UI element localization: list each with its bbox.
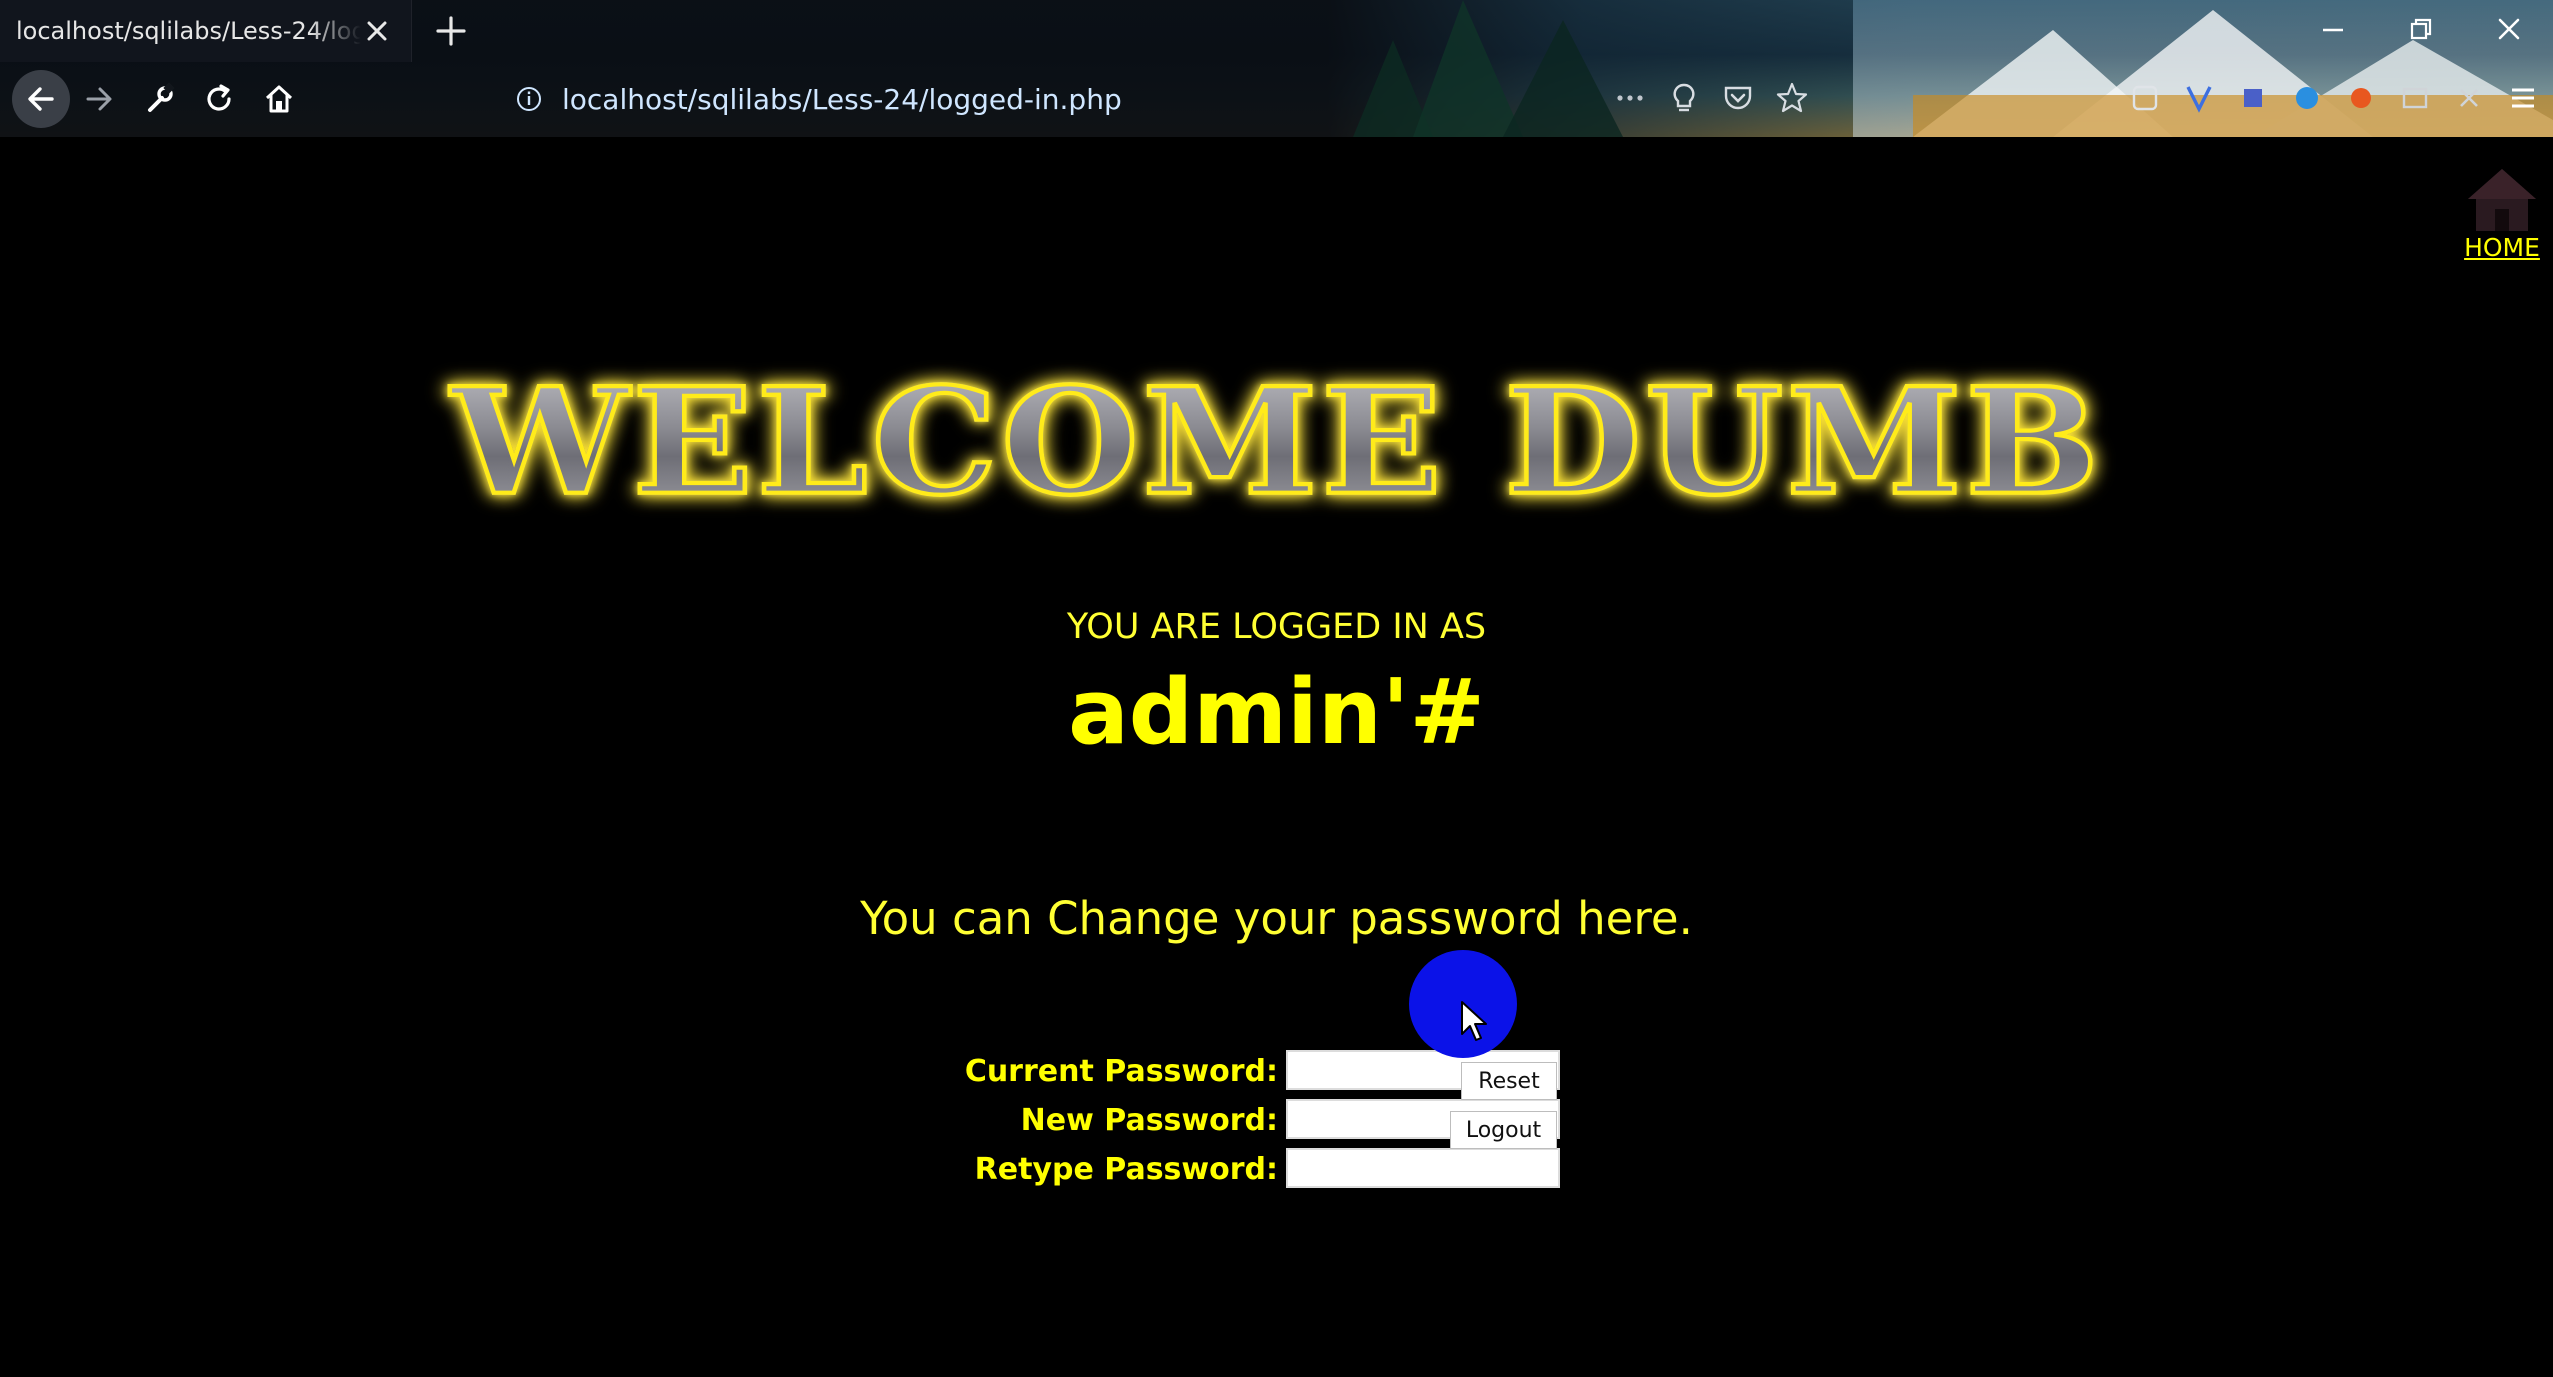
forward-button[interactable] <box>74 74 124 124</box>
extension-toolbar <box>2125 76 2553 120</box>
forward-arrow-icon <box>86 87 112 111</box>
page-actions-menu[interactable] <box>1610 78 1650 118</box>
menu-button[interactable] <box>2503 76 2543 120</box>
logged-in-username: admin'# <box>1068 660 1485 765</box>
browser-chrome: localhost/sqlilabs/Less-24/logged-in.php <box>0 0 2553 137</box>
home-icon <box>2468 169 2536 231</box>
info-icon[interactable] <box>512 82 546 116</box>
url-text: localhost/sqlilabs/Less-24/logged-in.php <box>562 82 1122 116</box>
extension-button[interactable] <box>2287 76 2327 120</box>
extension-button[interactable] <box>2233 76 2273 120</box>
pocket-button[interactable] <box>1718 78 1758 118</box>
extension-button[interactable] <box>2449 76 2489 120</box>
pocket-icon <box>1724 86 1752 110</box>
logged-in-label: YOU ARE LOGGED IN AS <box>1066 607 1487 647</box>
extension-button[interactable] <box>2179 76 2219 120</box>
new-password-label: New Password: <box>1020 1103 1278 1138</box>
extension-button[interactable] <box>2341 76 2381 120</box>
more-dots-icon <box>1617 95 1643 101</box>
star-icon <box>1776 82 1808 113</box>
hamburger-menu-icon <box>2512 88 2534 108</box>
retype-password-label: Retype Password: <box>974 1152 1278 1187</box>
new-tab-plus-icon[interactable] <box>432 12 470 50</box>
window-controls <box>2289 0 2553 62</box>
customize-button[interactable] <box>134 74 184 124</box>
tab-close-icon[interactable] <box>361 15 393 47</box>
retype-password-row: Retype Password: <box>940 1148 1560 1197</box>
back-button[interactable] <box>12 70 70 128</box>
bookmark-button[interactable] <box>1772 78 1812 118</box>
reset-button[interactable]: Reset <box>1461 1062 1557 1100</box>
mouse-pointer-icon <box>1461 1001 1487 1041</box>
logout-button[interactable]: Logout <box>1450 1111 1557 1149</box>
minimize-icon <box>2323 28 2343 32</box>
change-password-message: You can Change your password here. <box>860 892 1693 945</box>
welcome-banner-text: WELCOME DUMB <box>448 356 2103 528</box>
wrench-icon <box>148 82 175 112</box>
reload-button[interactable] <box>194 74 244 124</box>
retype-password-input[interactable] <box>1286 1148 1560 1188</box>
reload-icon <box>207 84 231 111</box>
tab-bar: localhost/sqlilabs/Less-24/logged-in.php <box>0 0 2553 62</box>
current-password-label: Current Password: <box>964 1054 1278 1089</box>
address-bar[interactable]: localhost/sqlilabs/Less-24/logged-in.php <box>500 72 1800 126</box>
tips-button[interactable] <box>1664 78 1704 118</box>
home-link-label: HOME <box>2464 233 2540 262</box>
close-window-button[interactable] <box>2465 0 2553 58</box>
navigation-toolbar: localhost/sqlilabs/Less-24/logged-in.php <box>0 62 2553 137</box>
extension-icon <box>2186 86 2212 113</box>
extension-icon <box>2351 88 2371 108</box>
restore-button[interactable] <box>2377 0 2465 58</box>
home-link[interactable]: HOME <box>2457 163 2547 262</box>
tab-title: localhost/sqlilabs/Less-24/logged-in.php <box>16 17 361 45</box>
back-arrow-icon <box>28 87 54 111</box>
close-icon <box>2498 18 2520 40</box>
extension-icon <box>2402 87 2428 109</box>
extension-icon <box>2244 89 2262 107</box>
tab-active[interactable]: localhost/sqlilabs/Less-24/logged-in.php <box>0 0 412 62</box>
minimize-button[interactable] <box>2289 0 2377 58</box>
home-button[interactable] <box>254 74 304 124</box>
home-icon <box>265 85 293 113</box>
extension-button[interactable] <box>2125 76 2165 120</box>
welcome-banner: WELCOME DUMB <box>0 357 2553 527</box>
page-content: HOME WELCOME DUMB YOU ARE LOGGED IN AS a… <box>0 137 2553 1377</box>
extension-icon <box>2132 85 2158 111</box>
restore-icon <box>2410 18 2432 40</box>
extension-icon <box>2460 89 2478 107</box>
extension-icon <box>2296 87 2318 109</box>
extension-button[interactable] <box>2395 76 2435 120</box>
lightbulb-icon <box>1673 83 1695 112</box>
page-actions <box>1610 78 1812 118</box>
